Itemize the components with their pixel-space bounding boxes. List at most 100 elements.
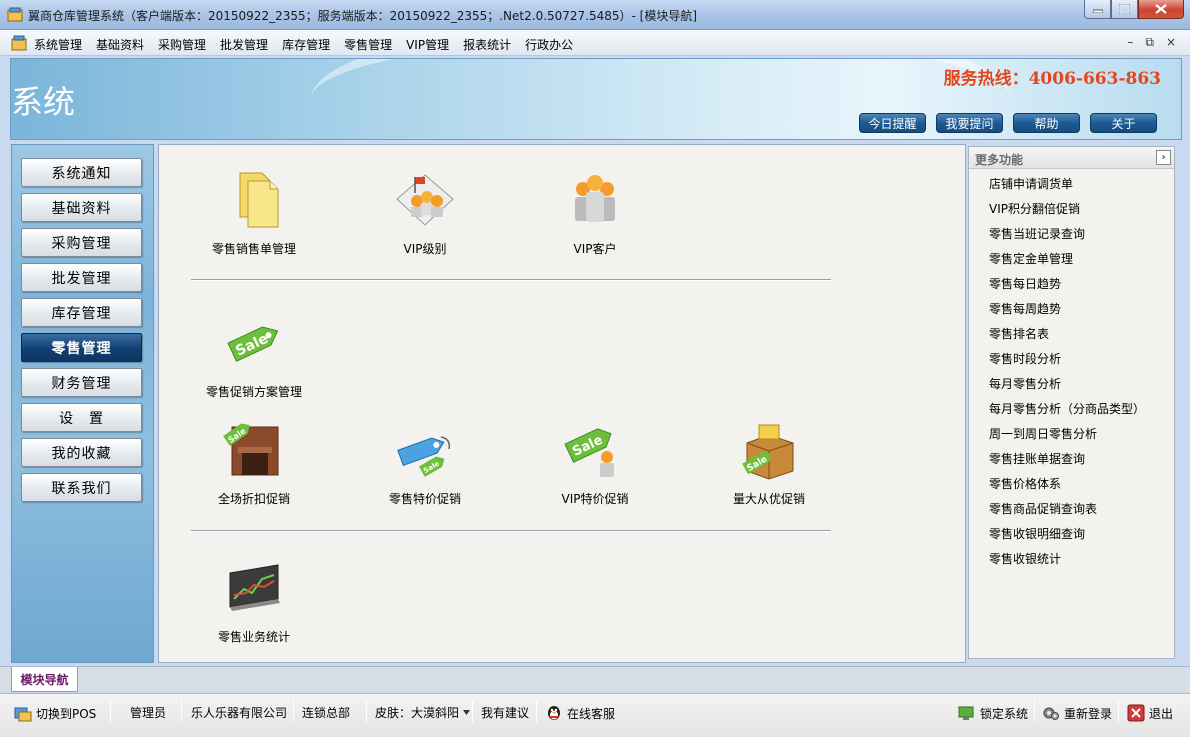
more-item-price-system[interactable]: 零售价格体系 (969, 472, 1174, 497)
about-button[interactable]: 关于 (1090, 113, 1157, 133)
exit-button[interactable]: 退出 (1127, 704, 1173, 722)
more-item-daily-trend[interactable]: 零售每日趋势 (969, 272, 1174, 297)
more-item-monthly-by-category[interactable]: 每月零售分析（分商品类型） (969, 397, 1174, 422)
store-sale-icon: Sale (223, 423, 279, 476)
maximize-icon (1119, 4, 1130, 14)
mdi-close-button[interactable]: × (1166, 35, 1176, 50)
vip-level-icon (396, 174, 454, 226)
menu-vip[interactable]: VIP管理 (406, 36, 449, 53)
more-item-promotion-query[interactable]: 零售商品促销查询表 (969, 497, 1174, 522)
nav-favorites[interactable]: 我的收藏 (21, 438, 142, 467)
price-tag-icon: Sale (397, 436, 451, 477)
bulk-discount-item[interactable]: Sale 量大从优促销 (694, 417, 844, 507)
more-item-store-transfer-request[interactable]: 店铺申请调货单 (969, 172, 1174, 197)
status-bar: 切换到POS 管理员 乐人乐器有限公司 连锁总部 皮肤：大漠斜阳 我有建议 在线… (0, 693, 1190, 737)
menu-purchase[interactable]: 采购管理 (158, 36, 206, 53)
banner-heading: 系统 (11, 83, 76, 121)
menu-reports[interactable]: 报表统计 (463, 36, 511, 53)
tab-strip: 模块导航 (0, 666, 1190, 692)
dropdown-arrow-icon (463, 710, 471, 715)
qq-penguin-icon (548, 706, 560, 720)
menu-system[interactable]: 系统管理 (34, 36, 82, 53)
nav-settings[interactable]: 设 置 (21, 403, 142, 432)
more-item-cashier-details[interactable]: 零售收银明细查询 (969, 522, 1174, 547)
more-item-credit-orders[interactable]: 零售挂账单据查询 (969, 447, 1174, 472)
tab-module-navigation[interactable]: 模块导航 (11, 667, 78, 692)
menu-wholesale[interactable]: 批发管理 (220, 36, 268, 53)
exit-icon (1127, 704, 1145, 722)
vip-customer-item[interactable]: VIP客户 (520, 167, 670, 257)
vip-customers-icon (575, 175, 615, 222)
menu-inventory[interactable]: 库存管理 (282, 36, 330, 53)
more-item-time-analysis[interactable]: 零售时段分析 (969, 347, 1174, 372)
bulk-sale-box-icon: Sale (742, 424, 794, 480)
module-panel: 零售销售单管理 VIP级别 VIP客户 Sale 零售促销方案管理 Sale 全… (158, 144, 966, 663)
header-banner: 系统 服务热线：4006-663-863 今日提醒 我要提问 帮助 关于 (10, 58, 1182, 140)
close-button[interactable] (1138, 0, 1184, 19)
nav-purchase[interactable]: 采购管理 (21, 228, 142, 257)
more-item-vip-double-points[interactable]: VIP积分翻倍促销 (969, 197, 1174, 222)
relogin-button[interactable]: 重新登录 (1042, 704, 1112, 722)
status-branch: 连锁总部 (302, 706, 351, 720)
app-icon (7, 7, 23, 22)
retail-sales-order-item[interactable]: 零售销售单管理 (179, 167, 329, 257)
suggestion-link[interactable]: 我有建议 (481, 704, 529, 721)
more-item-shift-records[interactable]: 零售当班记录查询 (969, 222, 1174, 247)
left-nav: 系统通知 基础资料 采购管理 批发管理 库存管理 零售管理 财务管理 设 置 我… (11, 144, 154, 663)
retail-stats-item[interactable]: 零售业务统计 (179, 555, 329, 645)
maximize-button[interactable] (1111, 0, 1138, 19)
skin-selector[interactable]: 皮肤：大漠斜阳 (375, 704, 471, 721)
pos-switch-icon (14, 707, 32, 722)
ask-question-button[interactable]: 我要提问 (936, 113, 1003, 133)
nav-inventory[interactable]: 库存管理 (21, 298, 142, 327)
more-item-deposit-orders[interactable]: 零售定金单管理 (969, 247, 1174, 272)
section-divider (191, 279, 831, 281)
service-hotline: 服务热线：4006-663-863 (943, 69, 1161, 89)
window-title: 翼商仓库管理系统（客户端版本：20150922_2355；服务端版本：20150… (28, 9, 698, 23)
more-item-monthly-analysis[interactable]: 每月零售分析 (969, 372, 1174, 397)
vip-level-item[interactable]: VIP级别 (350, 167, 500, 257)
minimize-button[interactable] (1084, 0, 1111, 19)
more-item-weekday-analysis[interactable]: 周一到周日零售分析 (969, 422, 1174, 447)
menu-basic-data[interactable]: 基础资料 (96, 36, 144, 53)
stats-chart-icon (229, 564, 280, 611)
more-functions-panel: 更多功能 › 店铺申请调货单 VIP积分翻倍促销 零售当班记录查询 零售定金单管… (968, 146, 1175, 659)
nav-basic-data[interactable]: 基础资料 (21, 193, 142, 222)
more-item-weekly-trend[interactable]: 零售每周趋势 (969, 297, 1174, 322)
nav-retail[interactable]: 零售管理 (21, 333, 142, 362)
online-service-button[interactable]: 在线客服 (545, 704, 615, 722)
section-divider (191, 530, 831, 532)
menu-bar: 系统管理 基础资料 采购管理 批发管理 库存管理 零售管理 VIP管理 报表统计… (0, 30, 1190, 56)
relogin-gear-icon (1043, 707, 1059, 720)
promotion-plan-item[interactable]: Sale 零售促销方案管理 (179, 310, 329, 400)
more-item-ranking[interactable]: 零售排名表 (969, 322, 1174, 347)
more-item-cashier-stats[interactable]: 零售收银统计 (969, 547, 1174, 572)
store-discount-item[interactable]: Sale 全场折扣促销 (179, 417, 329, 507)
title-bar: 翼商仓库管理系统（客户端版本：20150922_2355；服务端版本：20150… (0, 0, 1190, 30)
retail-special-price-item[interactable]: Sale 零售特价促销 (350, 417, 500, 507)
more-functions-title: 更多功能 (975, 153, 1024, 167)
nav-system-notice[interactable]: 系统通知 (21, 158, 142, 187)
vip-sale-icon: Sale (564, 428, 614, 477)
mdi-minimize-button[interactable]: – (1127, 35, 1133, 50)
menu-app-icon (11, 35, 27, 51)
today-reminder-button[interactable]: 今日提醒 (859, 113, 926, 133)
vip-special-price-item[interactable]: Sale VIP特价促销 (520, 417, 670, 507)
mdi-restore-button[interactable]: ⧉ (1145, 35, 1154, 50)
status-user: 管理员 (130, 706, 167, 720)
sale-tag-icon: Sale (227, 326, 279, 362)
menu-retail[interactable]: 零售管理 (344, 36, 392, 53)
documents-icon (239, 172, 279, 228)
panel-collapse-button[interactable]: › (1156, 150, 1171, 165)
nav-wholesale[interactable]: 批发管理 (21, 263, 142, 292)
lock-system-button[interactable]: 锁定系统 (958, 704, 1028, 722)
help-button[interactable]: 帮助 (1013, 113, 1080, 133)
close-icon (1155, 4, 1167, 14)
switch-to-pos-button[interactable]: 切换到POS (14, 704, 96, 722)
nav-contact[interactable]: 联系我们 (21, 473, 142, 502)
lock-screen-icon (958, 706, 974, 720)
minimize-icon (1092, 9, 1103, 13)
nav-finance[interactable]: 财务管理 (21, 368, 142, 397)
status-company: 乐人乐器有限公司 (191, 706, 288, 720)
menu-office[interactable]: 行政办公 (525, 36, 573, 53)
